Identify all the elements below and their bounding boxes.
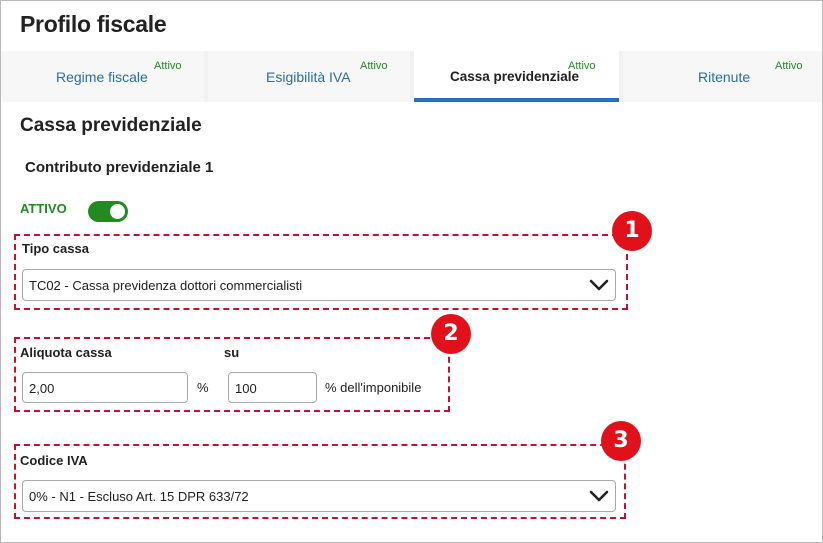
chevron-down-icon <box>589 490 609 502</box>
tab-label: Ritenute <box>698 69 751 85</box>
tab-label: Regime fiscale <box>56 69 148 85</box>
tipo-cassa-label: Tipo cassa <box>22 241 89 256</box>
su-unit: % dell'imponibile <box>325 380 422 395</box>
section-title: Cassa previdenziale <box>20 115 202 136</box>
tipo-cassa-select[interactable]: TC02 - Cassa previdenza dottori commerci… <box>22 269 616 301</box>
chevron-down-icon <box>589 279 609 291</box>
tab-label: Esigibilità IVA <box>266 69 351 85</box>
subsection-title: Contributo previdenziale 1 <box>25 159 214 176</box>
aliquota-label: Aliquota cassa <box>20 345 112 360</box>
tab-status-badge: Attivo <box>360 60 388 72</box>
aliquota-input[interactable]: 2,00 <box>22 372 188 403</box>
active-toggle[interactable] <box>88 201 128 222</box>
tab-label: Cassa previdenziale <box>450 69 580 84</box>
tab-status-badge: Attivo <box>154 60 182 72</box>
tab-status-badge: Attivo <box>568 60 596 72</box>
tab-ritenute[interactable]: Ritenute Attivo <box>623 51 822 102</box>
annotation-marker-2: 2 <box>431 314 471 354</box>
codice-iva-select[interactable]: 0% - N1 - Escluso Art. 15 DPR 633/72 <box>22 480 616 512</box>
tab-regime-fiscale[interactable]: Regime fiscale Attivo <box>1 51 204 102</box>
tab-bar: Regime fiscale Attivo Esigibilità IVA At… <box>1 51 822 102</box>
tab-status-badge: Attivo <box>775 60 803 72</box>
su-value: 100 <box>235 381 257 396</box>
aliquota-value: 2,00 <box>29 381 55 396</box>
tab-esigibilita-iva[interactable]: Esigibilità IVA Attivo <box>208 51 410 102</box>
toggle-knob <box>110 204 125 219</box>
annotation-marker-1: 1 <box>612 211 652 251</box>
toggle-label: ATTIVO <box>20 201 67 216</box>
su-input[interactable]: 100 <box>228 372 317 403</box>
tipo-cassa-value: TC02 - Cassa previdenza dottori commerci… <box>29 278 303 293</box>
codice-iva-value: 0% - N1 - Escluso Art. 15 DPR 633/72 <box>29 489 249 504</box>
window: Profilo fiscale Regime fiscale Attivo Es… <box>0 0 823 543</box>
annotation-marker-3: 3 <box>601 421 641 461</box>
page-title: Profilo fiscale <box>20 11 167 37</box>
su-label: su <box>224 345 240 360</box>
tab-cassa-previdenziale[interactable]: Cassa previdenziale Attivo <box>414 51 619 102</box>
codice-iva-label: Codice IVA <box>20 453 88 468</box>
aliquota-unit: % <box>197 380 209 395</box>
